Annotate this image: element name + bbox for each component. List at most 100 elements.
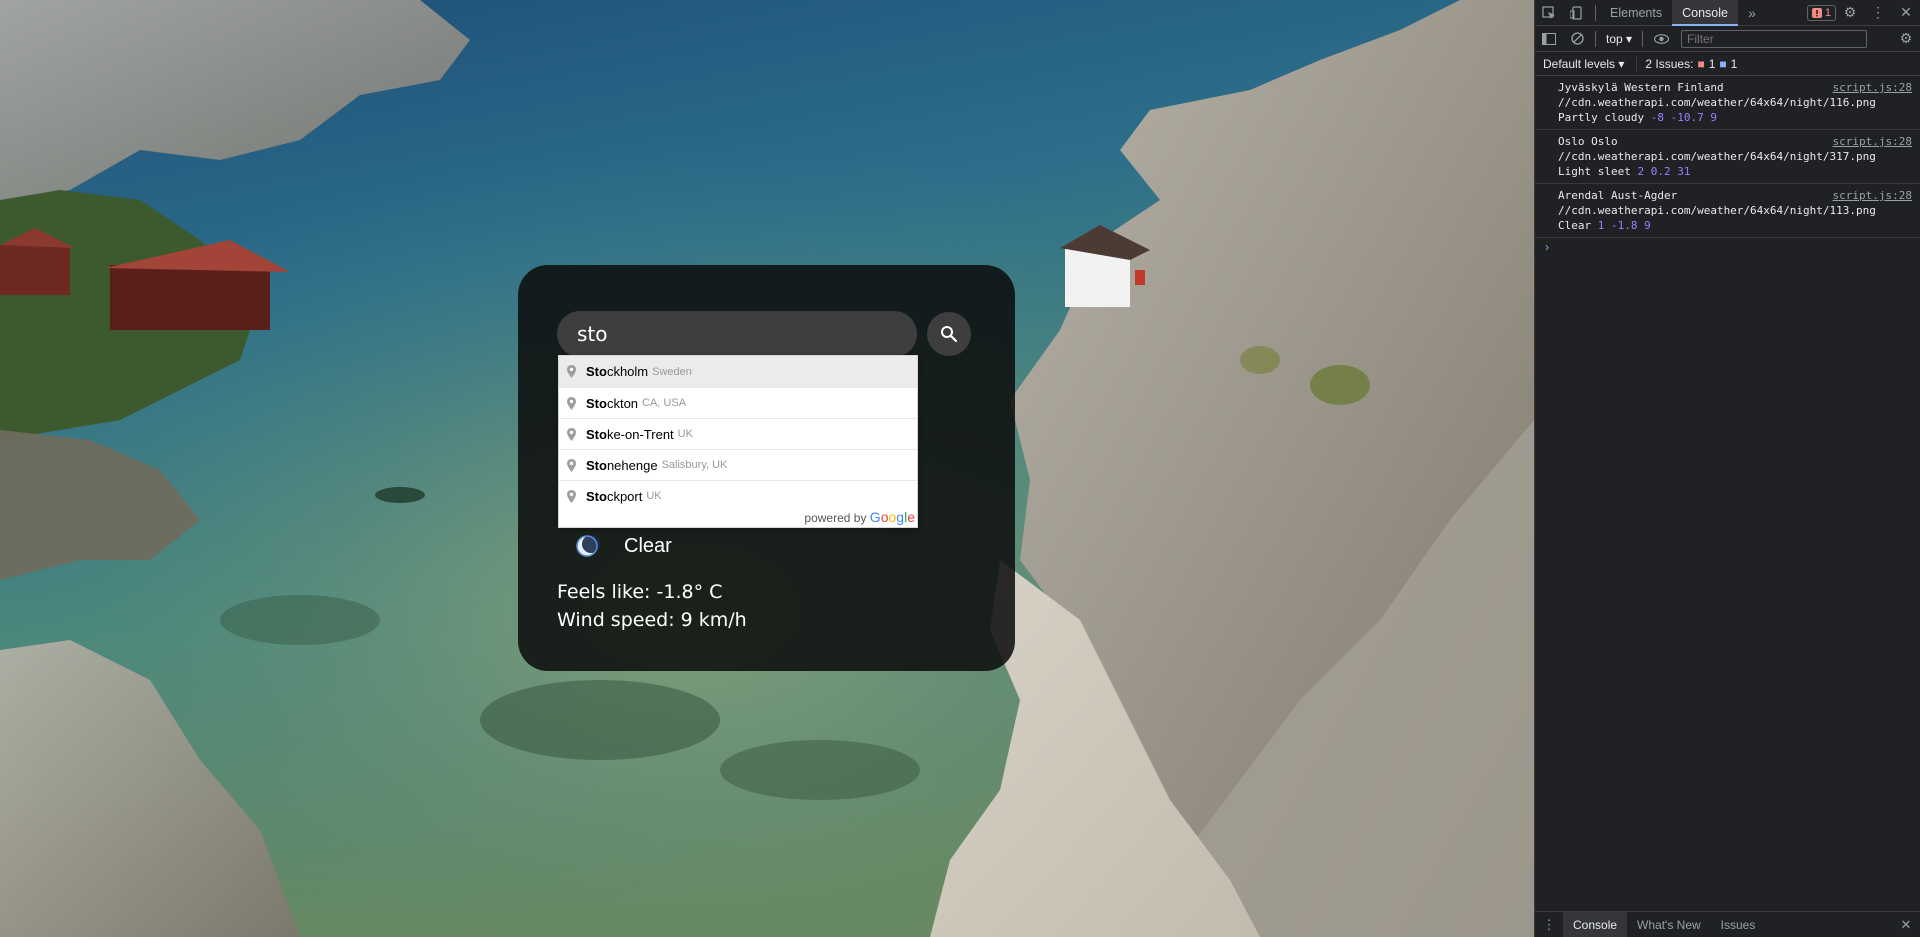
console-toolbar: top ▾ ⚙ <box>1535 26 1920 52</box>
weather-condition-text: Clear <box>624 534 672 557</box>
devtools-tab-bar: Elements Console » 1 ⚙ ⋮ ✕ <box>1535 0 1920 26</box>
log-line-icon-url: //cdn.weatherapi.com/weather/64x64/night… <box>1558 204 1876 217</box>
close-icon[interactable]: ✕ <box>1892 0 1920 26</box>
sidebar-toggle-icon[interactable] <box>1535 26 1563 52</box>
autocomplete-item[interactable]: Stockton CA, USA <box>559 387 917 418</box>
divider <box>1595 30 1596 47</box>
autocomplete-rest: nehenge <box>606 457 658 473</box>
map-pin-icon <box>567 458 576 472</box>
devtools-panel: Elements Console » 1 ⚙ ⋮ ✕ top ▾ ⚙ Defau… <box>1534 0 1920 937</box>
autocomplete-main-text: Stockport <box>586 489 642 504</box>
error-count: 1 <box>1824 6 1831 19</box>
places-autocomplete-dropdown: Stockholm Sweden Stockton CA, USA Stoke-on-T… <box>558 355 918 528</box>
log-levels-dropdown[interactable]: Default levels ▾ <box>1543 57 1624 71</box>
search-row <box>557 311 971 357</box>
powered-by-label: powered by <box>804 511 867 525</box>
source-link[interactable]: script.js:28 <box>1833 80 1912 95</box>
autocomplete-item[interactable]: Stonehenge Salisbury, UK <box>559 449 917 480</box>
log-condition: Partly cloudy <box>1558 111 1645 124</box>
drawer-tab-issues[interactable]: Issues <box>1711 912 1766 937</box>
error-icon <box>1811 7 1822 18</box>
autocomplete-match: Sto <box>586 457 607 473</box>
chevron-double-right-icon[interactable]: » <box>1738 0 1766 26</box>
log-line-values: Clear 1 -1.8 9 <box>1558 218 1912 233</box>
autocomplete-item[interactable]: Stoke-on-Trent UK <box>559 418 917 449</box>
autocomplete-secondary-text: CA, USA <box>642 397 687 409</box>
kebab-menu-icon[interactable]: ⋮ <box>1535 912 1563 937</box>
drawer-tab-whats-new[interactable]: What's New <box>1627 912 1711 937</box>
autocomplete-match: Sto <box>586 395 607 411</box>
console-messages: script.js:28 Jyväskylä Western Finland//c… <box>1535 76 1920 238</box>
autocomplete-match: Sto <box>586 364 607 379</box>
map-pin-icon <box>567 427 576 441</box>
log-condition: Light sleet <box>1558 165 1631 178</box>
issues-info-icon: ■ <box>1719 56 1727 71</box>
drawer-tab-console[interactable]: Console <box>1563 911 1628 937</box>
context-select[interactable]: top ▾ <box>1600 32 1638 46</box>
close-drawer-icon[interactable]: ✕ <box>1892 912 1920 937</box>
log-line-values: Partly cloudy -8 -10.7 9 <box>1558 110 1912 125</box>
autocomplete-rest: ckton <box>606 395 639 411</box>
city-search-input[interactable] <box>557 311 917 357</box>
autocomplete-secondary-text: Sweden <box>652 365 692 378</box>
issues-info-count: 1 <box>1730 56 1738 71</box>
autocomplete-secondary-text: UK <box>677 428 693 440</box>
inspect-element-icon[interactable] <box>1535 0 1563 26</box>
autocomplete-main-text: Stockholm <box>586 364 648 379</box>
log-levels-label: Default levels <box>1543 56 1616 71</box>
autocomplete-match: Sto <box>586 426 607 442</box>
console-settings-gear-icon[interactable]: ⚙ <box>1892 26 1920 52</box>
autocomplete-item[interactable]: Stockport UK <box>559 480 917 511</box>
log-condition: Clear <box>1558 219 1592 232</box>
gear-icon[interactable]: ⚙ <box>1836 0 1864 26</box>
autocomplete-main-text: Stonehenge <box>586 458 658 473</box>
autocomplete-secondary-text: Salisbury, UK <box>661 459 728 471</box>
tab-console[interactable]: Console <box>1672 0 1738 26</box>
issues-error-icon: ■ <box>1697 56 1705 71</box>
search-button[interactable] <box>927 312 971 356</box>
map-pin-icon <box>567 396 576 410</box>
console-log-message: script.js:28 Arendal Aust-Agder//cdn.weat… <box>1535 184 1920 238</box>
source-link[interactable]: script.js:28 <box>1833 134 1912 149</box>
moon-icon <box>576 535 600 557</box>
clear-console-icon[interactable] <box>1563 26 1591 52</box>
google-logo: Google <box>869 509 915 525</box>
weather-condition-row: Clear <box>574 533 672 559</box>
autocomplete-rest: ke-on-Trent <box>606 426 674 442</box>
console-log-message: script.js:28 Oslo Oslo//cdn.weatherapi.co… <box>1535 130 1920 184</box>
autocomplete-match: Sto <box>586 488 607 504</box>
error-count-badge[interactable]: 1 <box>1806 4 1836 21</box>
wind-speed-text: Wind speed: 9 km/h <box>557 609 747 631</box>
tab-elements[interactable]: Elements <box>1600 0 1672 26</box>
powered-by-google: powered by Google <box>804 509 915 525</box>
console-prompt[interactable]: › <box>1535 238 1920 254</box>
autocomplete-rest: ckholm <box>606 364 649 379</box>
log-line-icon-url: //cdn.weatherapi.com/weather/64x64/night… <box>1558 96 1876 109</box>
autocomplete-item[interactable]: Stockholm Sweden <box>559 356 917 387</box>
log-line-values: Light sleet 2 0.2 31 <box>1558 164 1912 179</box>
issues-error-count: 1 <box>1708 56 1716 71</box>
console-filter-input[interactable] <box>1681 29 1868 48</box>
issues-label: 2 Issues: <box>1645 56 1694 71</box>
autocomplete-rest: ckport <box>606 488 643 504</box>
source-link[interactable]: script.js:28 <box>1833 188 1912 203</box>
autocomplete-secondary-text: UK <box>646 490 662 502</box>
log-line-icon-url: //cdn.weatherapi.com/weather/64x64/night… <box>1558 150 1876 163</box>
eye-icon[interactable] <box>1647 26 1675 52</box>
feels-like-text: Feels like: -1.8° C <box>557 581 723 603</box>
divider <box>1642 30 1644 47</box>
console-log-message: script.js:28 Jyväskylä Western Finland//c… <box>1535 76 1920 130</box>
levels-toolbar: Default levels ▾ 2 Issues: ■ 1 ■ 1 <box>1535 52 1920 76</box>
log-numbers: 1 -1.8 9 <box>1597 219 1651 232</box>
map-pin-icon <box>567 365 576 378</box>
kebab-menu-icon[interactable]: ⋮ <box>1864 0 1892 26</box>
device-toolbar-icon[interactable] <box>1563 0 1591 26</box>
devtools-drawer-bar: ⋮ Console What's New Issues ✕ <box>1535 911 1920 937</box>
issues-button[interactable]: 2 Issues: ■ 1 ■ 1 <box>1636 56 1738 71</box>
log-numbers: 2 0.2 31 <box>1637 165 1691 178</box>
divider <box>1595 4 1596 21</box>
autocomplete-main-text: Stockton <box>586 396 638 411</box>
autocomplete-main-text: Stoke-on-Trent <box>586 427 674 442</box>
context-value: top <box>1606 31 1623 46</box>
magnifier-icon <box>941 326 958 343</box>
